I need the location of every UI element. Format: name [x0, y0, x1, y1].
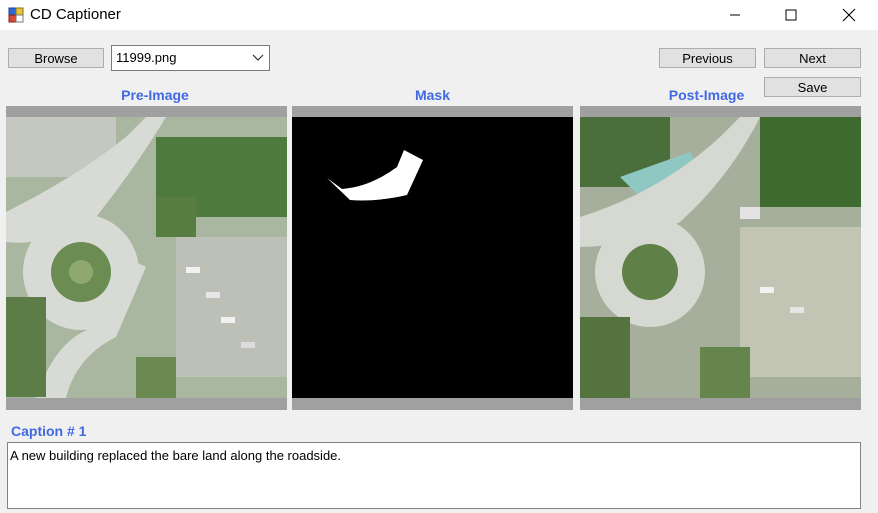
pre-image [6, 117, 287, 398]
caption-label: Caption # 1 [11, 423, 87, 439]
title-bar: CD Captioner [0, 0, 878, 30]
pre-image-label: Pre-Image [121, 87, 189, 103]
post-image [580, 117, 861, 398]
caption-text: A new building replaced the bare land al… [10, 448, 342, 463]
close-icon [842, 8, 856, 22]
window-title: CD Captioner [30, 6, 121, 23]
maximize-button[interactable] [768, 0, 814, 30]
mask-panel [292, 106, 573, 410]
file-select-value: 11999.png [116, 50, 177, 65]
chevron-down-icon [252, 54, 264, 61]
previous-button[interactable]: Previous [659, 48, 756, 68]
caption-textbox[interactable]: A new building replaced the bare land al… [7, 442, 861, 509]
pre-image-panel [6, 106, 287, 410]
minimize-button[interactable] [712, 0, 758, 30]
app-icon [8, 7, 24, 23]
minimize-icon [730, 14, 740, 16]
post-image-label: Post-Image [668, 87, 745, 103]
close-button[interactable] [826, 0, 872, 30]
mask-image [292, 117, 573, 398]
browse-button[interactable]: Browse [8, 48, 104, 68]
post-image-panel [580, 106, 861, 410]
mask-label: Mask [414, 87, 451, 103]
maximize-icon [785, 9, 797, 21]
file-select[interactable]: 11999.png [111, 45, 270, 71]
next-button[interactable]: Next [764, 48, 861, 68]
